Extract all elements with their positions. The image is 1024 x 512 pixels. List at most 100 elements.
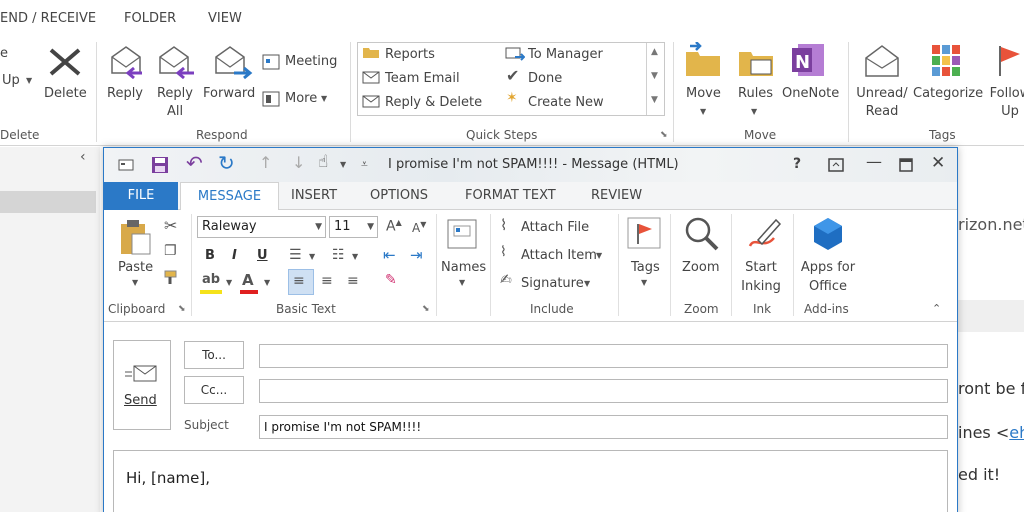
chevron-down-icon[interactable]: ▼ (367, 217, 374, 237)
collapse-ribbon-icon[interactable]: ⌃ (932, 302, 941, 315)
reply-button-label[interactable]: Reply (107, 85, 143, 103)
decrease-indent-icon[interactable]: ⇤ (383, 246, 396, 264)
italic-button[interactable]: I (232, 248, 237, 263)
reply-icon[interactable] (108, 43, 148, 81)
grow-font-icon[interactable]: A▲ (386, 218, 402, 235)
paste-button-label[interactable]: Paste (118, 258, 153, 277)
reply-all-button-label[interactable]: Reply All (152, 85, 198, 121)
move-folder-icon[interactable] (684, 42, 722, 78)
reply-all-icon[interactable] (156, 43, 198, 81)
close-icon[interactable]: ✕ (931, 153, 945, 173)
underline-button[interactable]: U (257, 248, 268, 263)
next-item-icon[interactable]: ↓ (292, 153, 305, 172)
start-inking-button-label[interactable]: Start Inking (736, 258, 786, 296)
clear-formatting-icon[interactable]: ✎ (385, 272, 397, 288)
cc-button[interactable]: Cc... (184, 376, 244, 404)
more-button-label[interactable]: More (285, 90, 317, 108)
subject-field[interactable]: I promise I'm not SPAM!!!! (259, 415, 948, 439)
selected-folder[interactable] (0, 191, 96, 213)
collapse-pane-icon[interactable]: ‹ (80, 149, 86, 165)
tab-review[interactable]: REVIEW (591, 188, 642, 203)
chevron-down-icon[interactable]: ▼ (315, 217, 322, 237)
to-button[interactable]: To... (184, 341, 244, 369)
to-field[interactable] (259, 344, 948, 368)
customize-toolbar-icon[interactable]: ⩡ (361, 157, 368, 172)
tab-format-text[interactable]: FORMAT TEXT (465, 188, 556, 203)
scroll-up-icon[interactable]: ▲ (651, 47, 658, 57)
quick-step-reply-delete[interactable]: Reply & Delete (385, 95, 482, 110)
follow-up-button-label[interactable]: Follow Up (980, 85, 1024, 121)
tags-flag-icon[interactable] (626, 216, 662, 250)
attach-file-button[interactable]: Attach File (521, 218, 589, 237)
tab-message[interactable]: MESSAGE (180, 182, 279, 211)
apps-for-office-button-label[interactable]: Apps for Office (797, 258, 859, 296)
chevron-down-icon[interactable]: ▼ (459, 278, 465, 287)
align-right-icon[interactable]: ≡ (347, 273, 359, 289)
chevron-down-icon[interactable]: ▼ (584, 279, 590, 288)
touch-mode-icon[interactable]: ☝ (318, 152, 328, 172)
copy-icon[interactable]: ❐ (164, 243, 177, 259)
onenote-button-label[interactable]: OneNote (782, 85, 839, 103)
signature-button[interactable]: Signature (521, 274, 584, 293)
chevron-down-icon[interactable]: ▼ (596, 251, 602, 260)
unread-read-button-label[interactable]: Unread/ Read (852, 85, 912, 121)
ink-pen-icon[interactable] (744, 216, 782, 252)
font-size-combo[interactable]: 11 ▼ (329, 216, 378, 238)
tab-folder[interactable]: FOLDER (124, 11, 176, 26)
message-body[interactable]: Hi, [name], (113, 450, 948, 512)
delete-button-label[interactable]: Delete (44, 85, 87, 103)
ribbon-display-icon[interactable] (828, 158, 844, 172)
attach-item-button[interactable]: Attach Item (521, 246, 597, 265)
quick-step-team-email[interactable]: Team Email (385, 71, 460, 86)
address-book-icon[interactable] (444, 216, 480, 252)
ignore-button-label[interactable]: e (0, 45, 8, 63)
maximize-icon[interactable] (899, 158, 913, 172)
chevron-down-icon[interactable]: ▼ (309, 252, 315, 261)
tab-options[interactable]: OPTIONS (370, 188, 428, 203)
paste-clipboard-icon[interactable] (118, 218, 152, 256)
cleanup-button-label[interactable]: Up (2, 72, 20, 90)
onenote-icon[interactable]: N (790, 42, 826, 78)
font-color-icon[interactable]: A (242, 271, 254, 289)
move-button-label[interactable]: Move (686, 85, 721, 103)
quick-step-done[interactable]: Done (528, 71, 562, 86)
text-highlight-icon[interactable]: ab (202, 272, 220, 287)
quick-step-to-manager[interactable]: To Manager (528, 47, 603, 62)
save-icon[interactable] (151, 156, 169, 174)
rules-icon[interactable] (737, 42, 775, 78)
chevron-down-icon[interactable]: ▼ (226, 278, 232, 287)
bold-button[interactable]: B (205, 248, 215, 263)
minimize-icon[interactable]: — (866, 152, 882, 171)
follow-up-flag-icon[interactable] (996, 44, 1024, 78)
bullets-icon[interactable]: ☰ (289, 247, 302, 263)
tab-send-receive[interactable]: END / RECEIVE (0, 11, 96, 26)
dialog-launcher-icon[interactable]: ⬊ (422, 304, 430, 314)
chevron-down-icon[interactable]: ▼ (264, 278, 270, 287)
names-button-label[interactable]: Names (441, 258, 486, 277)
numbering-icon[interactable]: ☷ (332, 247, 345, 263)
chevron-down-icon[interactable]: ▼ (641, 278, 647, 287)
magnifier-icon[interactable] (684, 216, 720, 252)
rules-button-label[interactable]: Rules (738, 85, 773, 103)
forward-icon[interactable] (212, 43, 254, 81)
tab-file[interactable]: FILE (104, 182, 178, 210)
unread-read-icon[interactable] (864, 44, 900, 78)
zoom-button-label[interactable]: Zoom (682, 258, 719, 277)
dialog-launcher-icon[interactable]: ⬊ (660, 130, 668, 140)
send-button[interactable]: Send (113, 340, 171, 430)
categorize-button-label[interactable]: Categorize (913, 85, 983, 103)
font-name-combo[interactable]: Raleway ▼ (197, 216, 326, 238)
align-center-icon[interactable]: ≡ (321, 273, 333, 289)
redo-icon[interactable]: ↻ (218, 151, 235, 175)
expand-gallery-icon[interactable]: ▼ (651, 95, 658, 105)
increase-indent-icon[interactable]: ⇥ (410, 246, 423, 264)
quick-step-create-new[interactable]: Create New (528, 95, 604, 110)
quick-steps-scrollbar[interactable]: ▲ ▼ ▼ (646, 43, 664, 115)
undo-icon[interactable]: ↶ (186, 151, 203, 175)
cut-scissors-icon[interactable]: ✂ (164, 216, 177, 235)
previous-item-icon[interactable]: ↑ (259, 153, 272, 172)
tags-button-label[interactable]: Tags (631, 258, 660, 277)
cc-field[interactable] (259, 379, 948, 403)
quick-step-reports[interactable]: Reports (385, 47, 435, 62)
tab-insert[interactable]: INSERT (291, 188, 337, 203)
